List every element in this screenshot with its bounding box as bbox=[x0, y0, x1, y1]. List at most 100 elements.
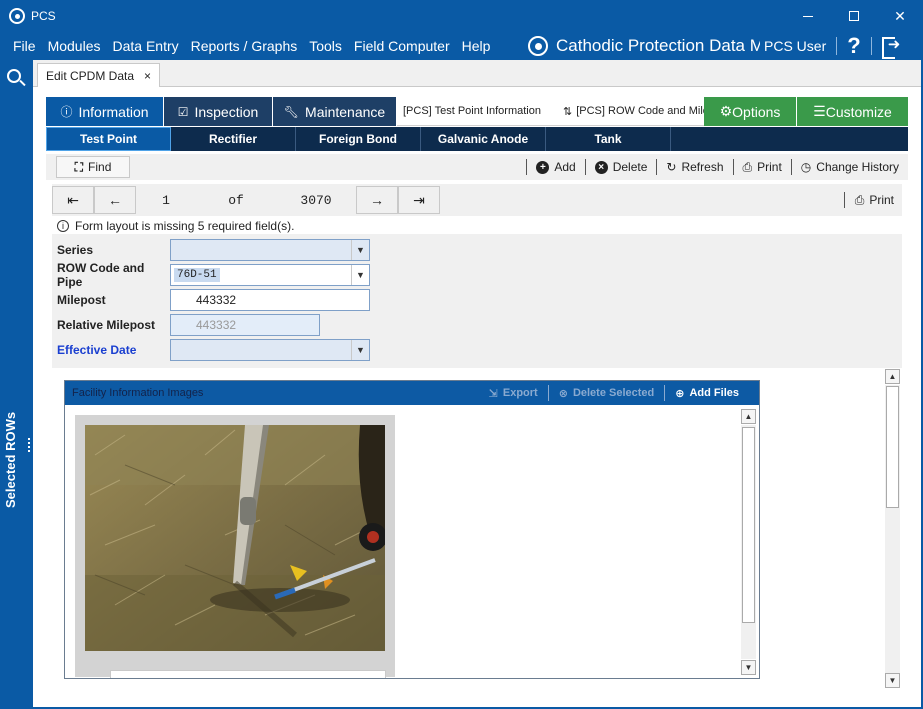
options-button[interactable]: ⚙ Options bbox=[704, 97, 797, 126]
menu-modules[interactable]: Modules bbox=[42, 32, 107, 60]
doc-tab-edit-cpdm[interactable]: Edit CPDM Data × bbox=[37, 63, 161, 87]
next-record-button[interactable]: → bbox=[356, 186, 398, 214]
row-code-dropdown[interactable]: 76D-51 ▼ bbox=[170, 264, 370, 286]
menu-reports-graphs[interactable]: Reports / Graphs bbox=[185, 32, 304, 60]
help-icon[interactable]: ? bbox=[847, 33, 860, 59]
refresh-label: Refresh bbox=[681, 160, 724, 174]
close-button[interactable]: ✕ bbox=[877, 0, 923, 32]
close-tab-icon[interactable]: × bbox=[144, 69, 151, 83]
scroll-up-icon[interactable]: ▲ bbox=[885, 369, 900, 384]
relative-milepost-label: Relative Milepost bbox=[57, 318, 156, 332]
images-scrollbar[interactable]: ▲ ▼ bbox=[740, 407, 757, 678]
navigator-divider bbox=[843, 192, 845, 208]
first-record-button[interactable]: ⇤ bbox=[52, 186, 94, 214]
wrench-icon: 🔧︎ bbox=[283, 104, 300, 119]
last-record-icon: ⇥ bbox=[413, 191, 425, 208]
row-code-value: 76D-51 bbox=[174, 268, 220, 282]
scroll-up-icon[interactable]: ▲ bbox=[741, 409, 756, 424]
subtab-tank[interactable]: Tank bbox=[546, 127, 671, 151]
last-record-button[interactable]: ⇥ bbox=[398, 186, 440, 214]
options-label: Options bbox=[732, 103, 781, 120]
relative-milepost-row: Relative Milepost 443332 bbox=[57, 314, 320, 336]
effective-date-label[interactable]: Effective Date bbox=[57, 343, 170, 357]
images-scroll-thumb[interactable] bbox=[742, 427, 755, 623]
tab-test-point-info-label: [PCS] Test Point Information bbox=[403, 105, 541, 117]
scroll-down-icon[interactable]: ▼ bbox=[885, 673, 900, 688]
customize-label: Customize bbox=[825, 103, 892, 120]
series-dropdown[interactable]: ▼ bbox=[170, 239, 370, 261]
doc-tab-label: Edit CPDM Data bbox=[46, 68, 135, 83]
add-button[interactable]: + Add bbox=[527, 160, 584, 174]
warning-text: Form layout is missing 5 required field(… bbox=[75, 218, 295, 233]
sidebar-grip-handle[interactable] bbox=[28, 438, 31, 452]
checkbox-icon: ☑ bbox=[177, 104, 189, 119]
refresh-button[interactable]: ↻ Refresh bbox=[657, 160, 732, 174]
delete-selected-button[interactable]: ⊗ Delete Selected bbox=[549, 387, 665, 400]
menu-field-computer[interactable]: Field Computer bbox=[348, 32, 456, 60]
previous-record-button[interactable]: ← bbox=[94, 186, 136, 214]
navigator-print-button[interactable]: ⎙ Print bbox=[843, 192, 902, 208]
tab-information-label: Information bbox=[78, 103, 149, 120]
first-record-icon: ⇤ bbox=[67, 191, 79, 208]
tab-row-code-milepost[interactable]: ⇅ [PCS] ROW Code and Milepost bbox=[557, 97, 704, 126]
menu-tools[interactable]: Tools bbox=[303, 32, 348, 60]
record-of-label: of bbox=[228, 192, 244, 208]
logout-icon[interactable] bbox=[881, 35, 902, 59]
user-name[interactable]: PCS User bbox=[764, 38, 826, 54]
find-button[interactable]: ⛶ Find bbox=[56, 156, 130, 178]
menu-help[interactable]: Help bbox=[456, 32, 497, 60]
cathodic-protection-icon bbox=[528, 36, 548, 56]
subtab-test-point[interactable]: Test Point bbox=[46, 127, 171, 151]
arrow-right-icon: → bbox=[370, 192, 384, 208]
print-label: Print bbox=[757, 160, 782, 174]
facility-type-tabs: Test Point Rectifier Foreign Bond Galvan… bbox=[46, 127, 908, 151]
navigator-print-label: Print bbox=[869, 193, 894, 207]
tab-inspection[interactable]: ☑ Inspection bbox=[164, 97, 273, 126]
add-label: Add bbox=[554, 160, 576, 174]
sliders-icon: ☰ bbox=[813, 103, 826, 119]
export-button[interactable]: ⇲ Export bbox=[479, 387, 548, 400]
subtab-foreign-bond[interactable]: Foreign Bond bbox=[296, 127, 421, 151]
tab-information[interactable]: ⓘ Information bbox=[46, 97, 164, 126]
row-code-label: ROW Code and Pipe bbox=[57, 261, 145, 289]
tab-row-code-label: [PCS] ROW Code and Milepost bbox=[576, 105, 704, 117]
scroll-down-icon[interactable]: ▼ bbox=[741, 660, 756, 675]
maximize-button[interactable] bbox=[831, 0, 877, 32]
add-files-button[interactable]: ⊕ Add Files bbox=[665, 387, 749, 400]
effective-date-dropdown[interactable]: ▼ bbox=[170, 339, 370, 361]
customize-button[interactable]: ☰ Customize bbox=[797, 97, 908, 126]
window-title: PCS bbox=[31, 9, 56, 23]
print-button[interactable]: ⎙ Print bbox=[734, 160, 791, 175]
menu-file[interactable]: File bbox=[0, 32, 42, 60]
subtab-galvanic-anode[interactable]: Galvanic Anode bbox=[421, 127, 546, 151]
printer-icon: ⎙ bbox=[854, 192, 865, 207]
image-thumbnail-card[interactable] bbox=[75, 415, 395, 678]
milepost-label: Milepost bbox=[57, 293, 106, 307]
milepost-input[interactable]: 443332 bbox=[170, 289, 370, 311]
sort-arrows-icon: ⇅ bbox=[563, 105, 573, 118]
chevron-down-icon: ▼ bbox=[351, 340, 369, 360]
milepost-row: Milepost 443332 bbox=[57, 289, 370, 311]
minimize-button[interactable] bbox=[785, 0, 831, 32]
search-icon[interactable] bbox=[7, 69, 21, 83]
tab-test-point-information[interactable]: [PCS] Test Point Information bbox=[397, 97, 557, 126]
subtab-rectifier[interactable]: Rectifier bbox=[171, 127, 296, 151]
export-icon: ⇲ bbox=[488, 387, 498, 400]
find-label: Find bbox=[88, 160, 112, 174]
change-history-label: Change History bbox=[816, 160, 899, 174]
delete-label: Delete bbox=[612, 160, 648, 174]
page-scroll-thumb[interactable] bbox=[886, 386, 899, 508]
test-point-photo[interactable] bbox=[85, 425, 385, 651]
image-caption-field[interactable] bbox=[110, 670, 386, 678]
record-navigator: ⇤ ← 1 of 3070 → ⇥ ⎙ Print bbox=[52, 184, 902, 216]
current-record-number[interactable]: 1 bbox=[136, 193, 196, 208]
delete-button[interactable]: × Delete bbox=[586, 160, 657, 174]
change-history-button[interactable]: ◷ Change History bbox=[792, 160, 908, 174]
tab-maintenance[interactable]: 🔧︎ Maintenance bbox=[273, 97, 397, 126]
page-scrollbar[interactable]: ▲ ▼ bbox=[884, 368, 902, 690]
menu-data-entry[interactable]: Data Entry bbox=[106, 32, 184, 60]
selected-rows-tab[interactable]: Selected ROWs bbox=[3, 412, 18, 508]
clock-icon: ◷ bbox=[800, 160, 812, 174]
chevron-down-icon: ▼ bbox=[351, 240, 369, 260]
add-files-label: Add Files bbox=[689, 387, 739, 399]
